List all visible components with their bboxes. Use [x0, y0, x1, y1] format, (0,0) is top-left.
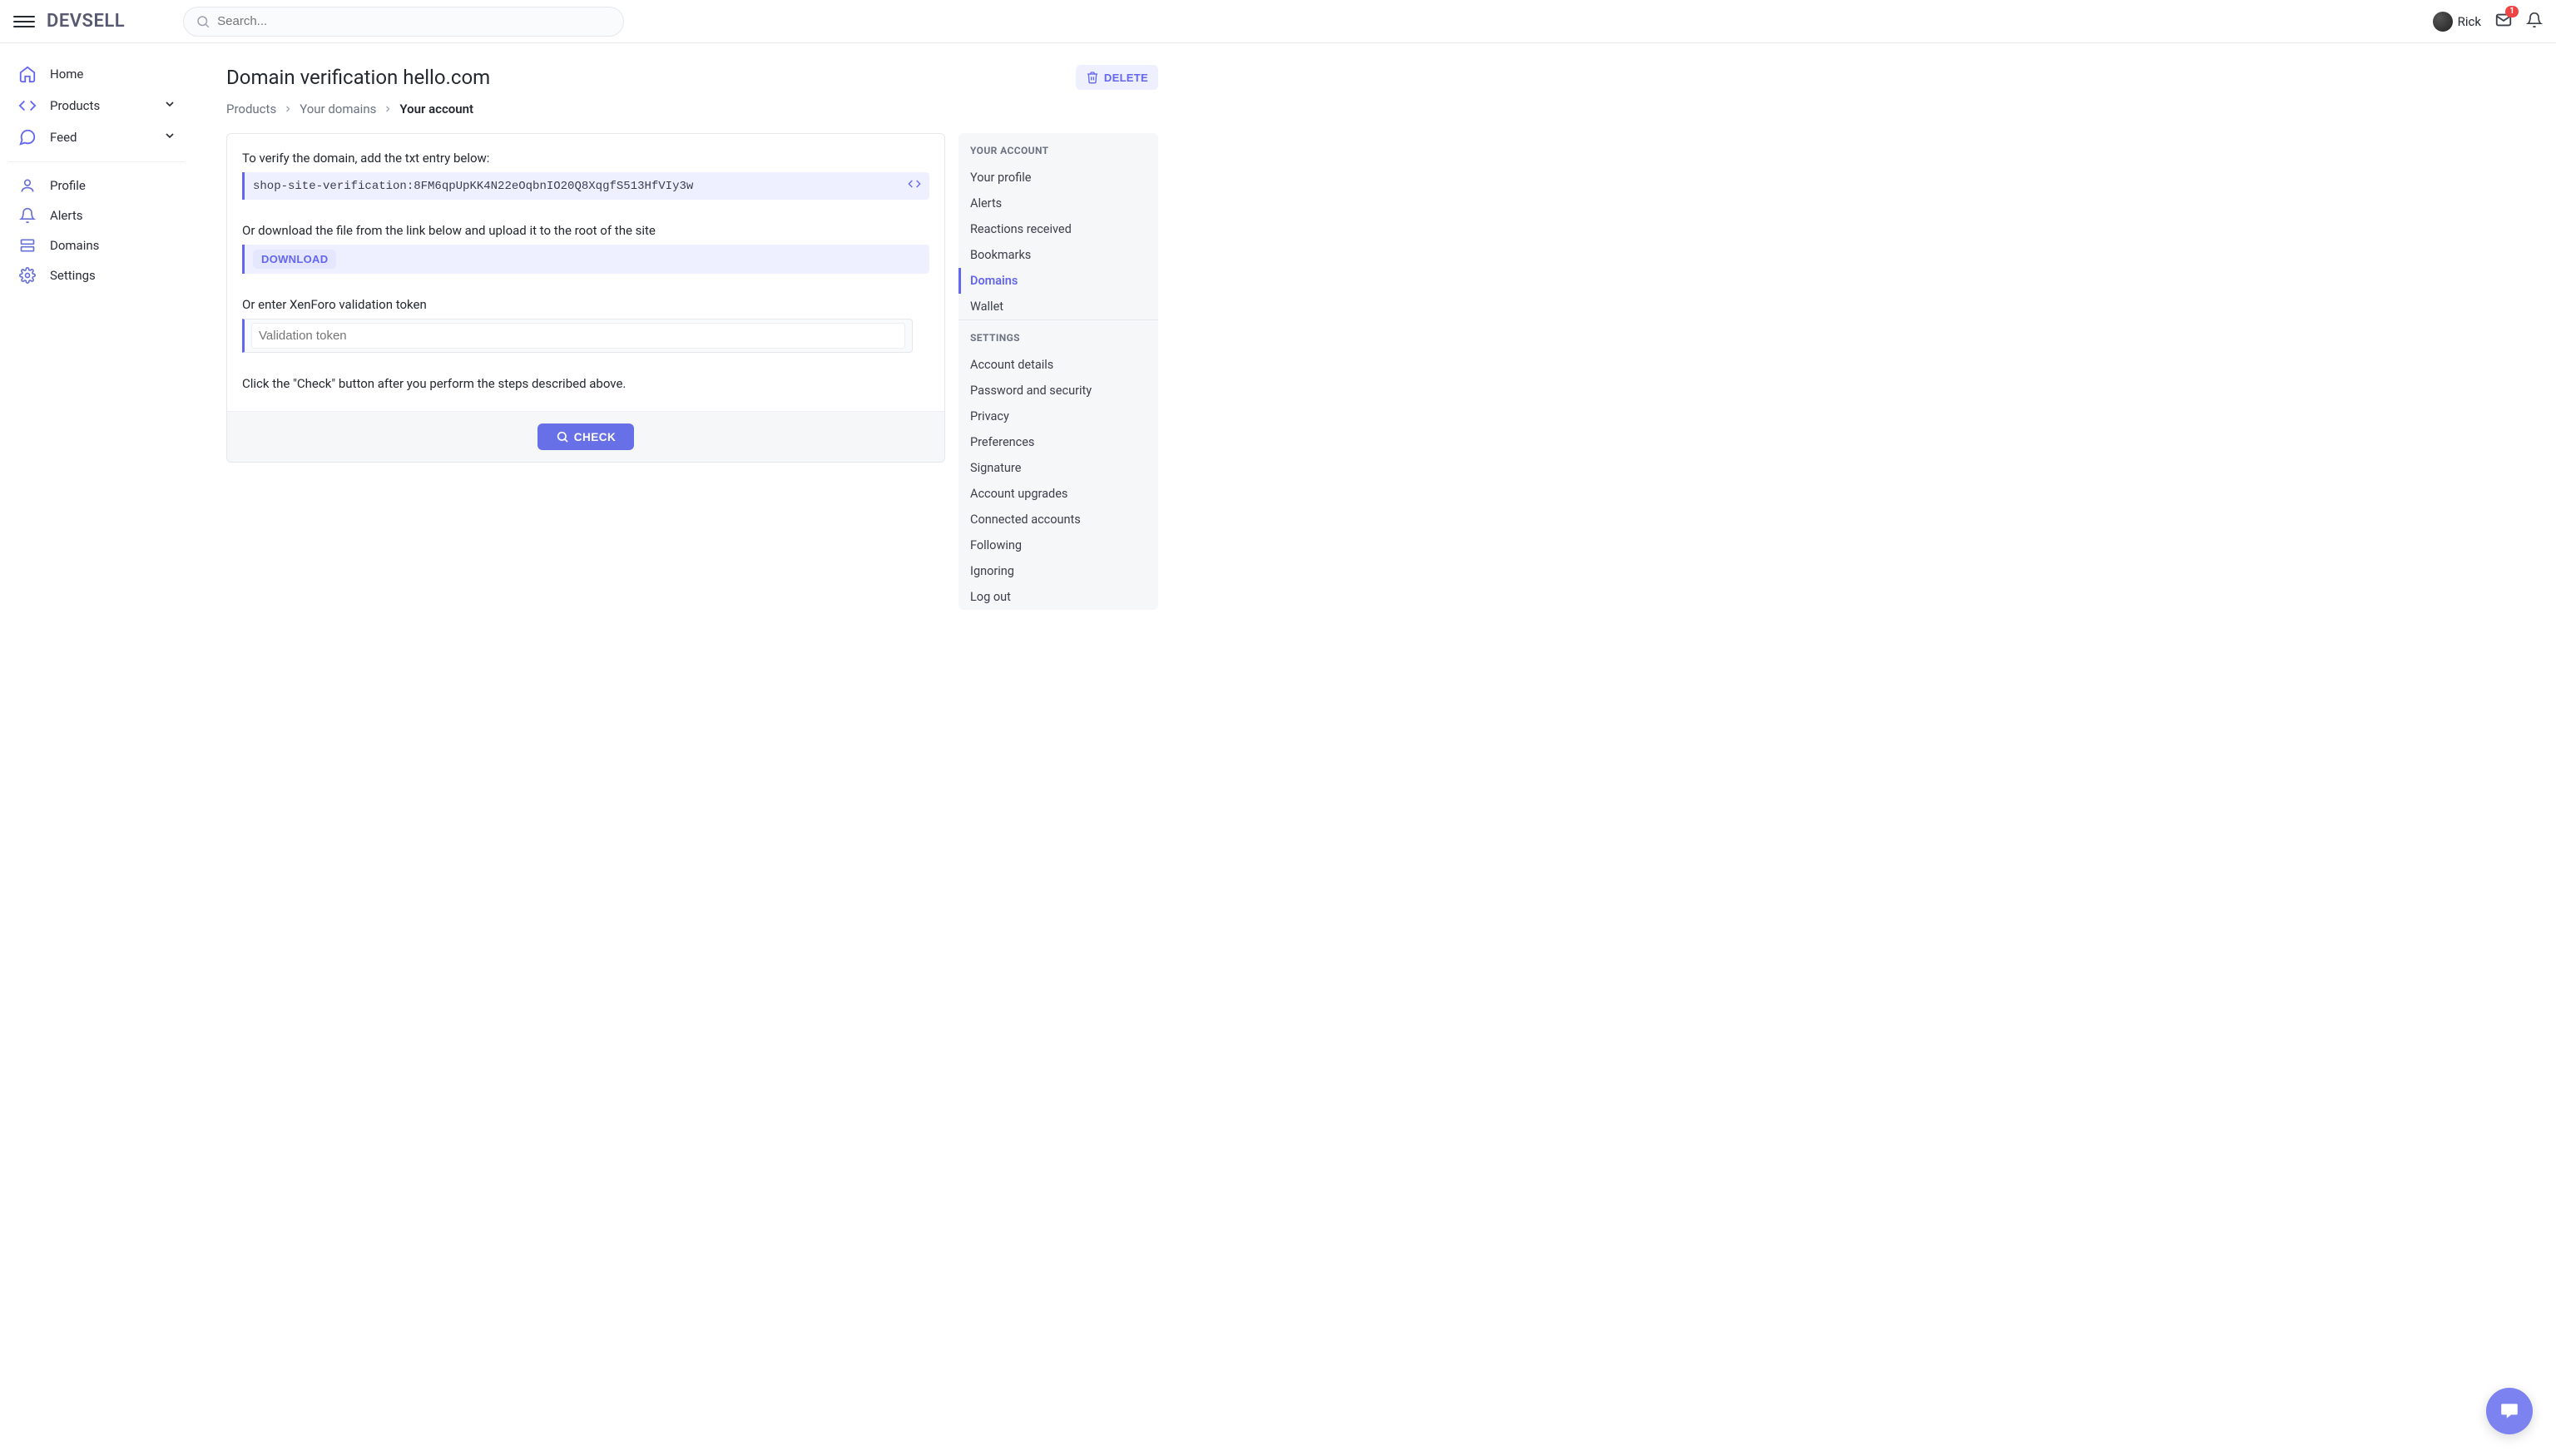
chat-icon [17, 128, 38, 146]
panel-link-password-security[interactable]: Password and security [958, 378, 1158, 404]
avatar [2433, 12, 2453, 32]
panel-link-connected-accounts[interactable]: Connected accounts [958, 507, 1158, 532]
search-input[interactable] [217, 14, 612, 28]
sidebar-item-products[interactable]: Products [8, 90, 185, 121]
code-icon [17, 97, 38, 115]
sidebar-item-label: Domains [50, 238, 99, 253]
breadcrumb: Products Your domains Your account [226, 102, 1158, 116]
panel-link-your-profile[interactable]: Your profile [958, 165, 1158, 191]
brand-logo[interactable]: DEVSELL [47, 11, 125, 32]
messages-badge: 1 [2505, 6, 2519, 17]
messages-icon[interactable]: 1 [2494, 11, 2513, 32]
panel-link-following[interactable]: Following [958, 532, 1158, 558]
sidebar-item-domains[interactable]: Domains [8, 230, 185, 260]
verification-card: To verify the domain, add the txt entry … [226, 133, 945, 463]
left-sidebar: Home Products Feed Profile [0, 43, 193, 643]
validation-token-input[interactable] [251, 323, 905, 349]
txt-entry-value: shop-site-verification:8FM6qpUpKK4N22eOq… [253, 180, 693, 193]
chat-bubble-icon [2499, 1400, 2520, 1422]
chat-fab[interactable] [2486, 1388, 2533, 1434]
chevron-right-icon [383, 104, 393, 114]
sidebar-item-label: Feed [50, 130, 77, 145]
trash-icon [1086, 71, 1099, 84]
sidebar-item-label: Home [50, 67, 83, 82]
sidebar-item-profile[interactable]: Profile [8, 171, 185, 201]
token-input-block [242, 319, 913, 353]
check-instruction: Click the "Check" button after you perfo… [242, 376, 929, 391]
panel-link-preferences[interactable]: Preferences [958, 429, 1158, 455]
panel-link-ignoring[interactable]: Ignoring [958, 558, 1158, 584]
sidebar-item-label: Alerts [50, 208, 83, 223]
search-input-wrapper[interactable] [183, 7, 624, 37]
menu-toggle-icon[interactable] [13, 11, 35, 32]
panel-link-account-upgrades[interactable]: Account upgrades [958, 481, 1158, 507]
check-button[interactable]: CHECK [537, 423, 635, 450]
sidebar-item-home[interactable]: Home [8, 58, 185, 90]
check-button-label: CHECK [574, 431, 617, 443]
user-icon [17, 177, 38, 194]
alerts-bell-icon[interactable] [2526, 12, 2543, 32]
chevron-down-icon [163, 129, 176, 146]
username-label: Rick [2458, 14, 2481, 29]
download-label: Or download the file from the link below… [242, 223, 929, 238]
sidebar-item-label: Products [50, 98, 100, 113]
delete-button-label: DELETE [1104, 72, 1148, 84]
search-icon [196, 14, 211, 29]
delete-button[interactable]: DELETE [1076, 65, 1158, 90]
panel-heading-your-account: YOUR ACCOUNT [958, 133, 1158, 165]
panel-link-log-out[interactable]: Log out [958, 584, 1158, 610]
txt-entry-code: shop-site-verification:8FM6qpUpKK4N22eOq… [242, 172, 929, 200]
chevron-right-icon [283, 104, 293, 114]
sidebar-item-feed[interactable]: Feed [8, 121, 185, 153]
breadcrumb-products[interactable]: Products [226, 102, 276, 116]
server-icon [17, 237, 38, 254]
panel-link-signature[interactable]: Signature [958, 455, 1158, 481]
panel-link-domains[interactable]: Domains [958, 268, 1158, 294]
download-block: DOWNLOAD [242, 245, 929, 274]
search-icon [556, 430, 569, 443]
panel-link-alerts[interactable]: Alerts [958, 191, 1158, 216]
bell-icon [17, 207, 38, 224]
page-title: Domain verification hello.com [226, 66, 490, 89]
sidebar-divider [8, 161, 185, 162]
breadcrumb-your-domains[interactable]: Your domains [300, 102, 376, 116]
top-header: DEVSELL Rick 1 [0, 0, 2556, 43]
sidebar-item-settings[interactable]: Settings [8, 260, 185, 290]
panel-link-privacy[interactable]: Privacy [958, 404, 1158, 429]
panel-link-wallet[interactable]: Wallet [958, 294, 1158, 319]
sidebar-item-label: Profile [50, 178, 86, 193]
breadcrumb-your-account: Your account [399, 102, 473, 116]
sidebar-item-label: Settings [50, 268, 96, 283]
chevron-down-icon [163, 97, 176, 114]
txt-entry-label: To verify the domain, add the txt entry … [242, 151, 929, 166]
user-menu[interactable]: Rick [2433, 12, 2481, 32]
panel-link-reactions-received[interactable]: Reactions received [958, 216, 1158, 242]
home-icon [17, 65, 38, 83]
copy-code-icon[interactable] [908, 177, 921, 195]
panel-link-account-details[interactable]: Account details [958, 352, 1158, 378]
token-label: Or enter XenForo validation token [242, 297, 929, 312]
panel-heading-settings: SETTINGS [958, 320, 1158, 352]
download-button[interactable]: DOWNLOAD [253, 250, 336, 269]
account-panel: YOUR ACCOUNT Your profile Alerts Reactio… [958, 133, 1158, 610]
panel-link-bookmarks[interactable]: Bookmarks [958, 242, 1158, 268]
gear-icon [17, 267, 38, 284]
sidebar-item-alerts[interactable]: Alerts [8, 201, 185, 230]
